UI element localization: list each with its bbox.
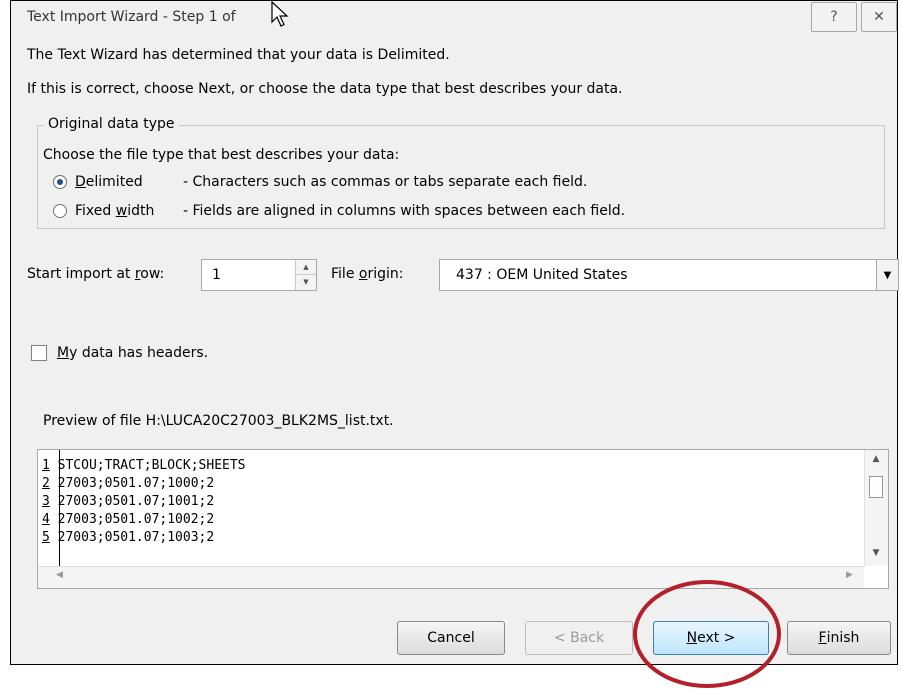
intro-line-1: The Text Wizard has determined that your… [27, 47, 450, 63]
chevron-down-icon[interactable]: ▼ [876, 260, 898, 290]
finish-button[interactable]: Finish [787, 621, 891, 655]
preview-row: 4 27003;0501.07;1002;2 [42, 512, 215, 527]
close-icon: ✕ [873, 9, 885, 25]
file-type-prompt: Choose the file type that best describes… [43, 147, 400, 163]
spinner-buttons[interactable]: ▲ ▼ [295, 260, 316, 290]
scroll-right-icon[interactable]: ▶ [846, 570, 853, 580]
preview-row: 5 27003;0501.07;1003;2 [42, 530, 215, 545]
scroll-thumb[interactable] [869, 476, 883, 498]
radio-delimited-row[interactable]: Delimited - Characters such as commas or… [53, 174, 587, 190]
next-button[interactable]: Next > [653, 621, 769, 655]
radio-fixed-width-description: - Fields are aligned in columns with spa… [183, 203, 626, 219]
preview-caption: Preview of file H:\LUCA20C27003_BLK2MS_l… [43, 413, 394, 429]
scroll-down-icon[interactable]: ▼ [865, 548, 887, 558]
window-title: Text Import Wizard - Step 1 of [27, 9, 236, 25]
back-button[interactable]: < Back [525, 621, 633, 655]
scroll-up-icon[interactable]: ▲ [865, 454, 887, 464]
radio-delimited[interactable] [53, 175, 67, 189]
start-row-label: Start import at row: [27, 266, 165, 282]
radio-fixed-width-row[interactable]: Fixed width - Fields are aligned in colu… [53, 203, 625, 219]
radio-fixed-width[interactable] [53, 204, 67, 218]
preview-row: 2 27003;0501.07;1000;2 [42, 476, 215, 491]
radio-fixed-width-label: Fixed width [75, 203, 155, 219]
spin-up-icon[interactable]: ▲ [296, 260, 316, 275]
start-row-value: 1 [212, 267, 221, 283]
cancel-button[interactable]: Cancel [397, 621, 505, 655]
file-origin-value: 437 : OEM United States [456, 267, 628, 283]
title-bar: Text Import Wizard - Step 1 of ? ✕ [11, 1, 897, 35]
text-import-wizard-dialog: Text Import Wizard - Step 1 of ? ✕ The T… [10, 0, 899, 665]
close-button[interactable]: ✕ [861, 2, 897, 32]
start-row-spinner[interactable]: 1 ▲ ▼ [201, 259, 317, 291]
spin-down-icon[interactable]: ▼ [296, 275, 316, 290]
intro-line-2: If this is correct, choose Next, or choo… [27, 81, 623, 97]
radio-delimited-label: Delimited [75, 174, 143, 190]
group-legend: Original data type [44, 116, 179, 132]
preview-row: 1 STCOU;TRACT;BLOCK;SHEETS [42, 458, 246, 473]
help-button[interactable]: ? [811, 2, 857, 32]
file-origin-select[interactable]: 437 : OEM United States ▼ [439, 259, 899, 291]
headers-checkbox-label: My data has headers. [57, 345, 209, 361]
preview-horizontal-scrollbar[interactable]: ◀ ▶ [38, 566, 864, 588]
preview-vertical-scrollbar[interactable]: ▲ ▼ [864, 450, 888, 566]
radio-delimited-description: - Characters such as commas or tabs sepa… [183, 174, 588, 190]
headers-checkbox-row[interactable]: My data has headers. [31, 345, 208, 361]
preview-content: 1 STCOU;TRACT;BLOCK;SHEETS 2 27003;0501.… [38, 450, 864, 566]
file-origin-label: File origin: [331, 266, 404, 282]
file-preview[interactable]: 1 STCOU;TRACT;BLOCK;SHEETS 2 27003;0501.… [37, 449, 889, 589]
scroll-left-icon[interactable]: ◀ [56, 570, 63, 580]
help-icon: ? [830, 9, 838, 25]
headers-checkbox[interactable] [31, 345, 47, 361]
mouse-pointer-icon [271, 0, 289, 27]
preview-row: 3 27003;0501.07;1001;2 [42, 494, 215, 509]
